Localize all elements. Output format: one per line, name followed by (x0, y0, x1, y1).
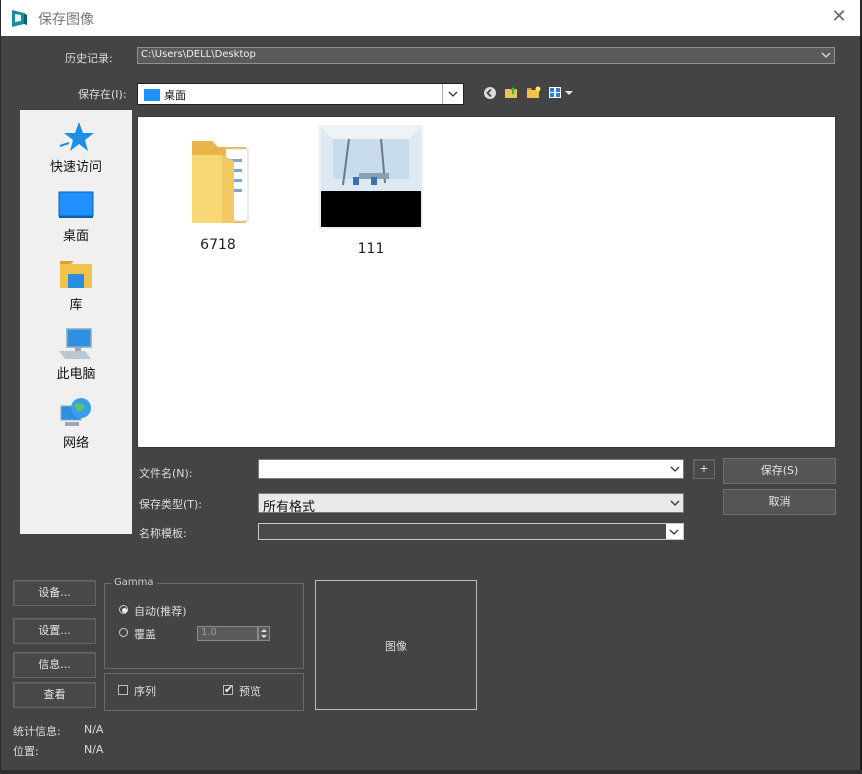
history-value: C:\Users\DELL\Desktop (141, 49, 256, 60)
file-type-label: 保存类型(T): (139, 498, 203, 511)
gamma-override-radio[interactable] (119, 628, 128, 637)
gamma-legend: Gamma (111, 577, 157, 588)
place-label: 桌面 (62, 229, 89, 244)
file-list[interactable]: 6718 111 (137, 116, 836, 448)
file-type-value: 所有格式 (263, 500, 316, 513)
stats-label: 统计信息: (13, 725, 61, 738)
history-dropdown[interactable]: C:\Users\DELL\Desktop (137, 47, 835, 64)
app-logo-icon (9, 8, 29, 28)
save-in-value: 桌面 (164, 89, 186, 102)
image-thumbnail (319, 125, 423, 229)
checkmark-icon: ✔ (224, 683, 234, 696)
file-name: 111 (357, 241, 385, 257)
gamma-spinner[interactable] (258, 626, 270, 641)
cancel-button[interactable]: 取消 (723, 489, 836, 515)
gamma-auto-radio[interactable] (119, 605, 128, 614)
chevron-down-icon (669, 529, 679, 535)
place-label: 快速访问 (49, 160, 102, 175)
name-template-dropdown-button[interactable] (666, 524, 683, 539)
computer-icon (59, 328, 92, 359)
view-menu-icon[interactable] (549, 86, 575, 100)
title-bar (1, 0, 860, 36)
new-folder-icon[interactable] (526, 85, 541, 100)
place-this-pc[interactable]: 此电脑 (20, 327, 132, 382)
save-button[interactable]: 保存(S) (723, 458, 836, 484)
desktop-icon (58, 191, 94, 218)
image-preview-label: 图像 (385, 640, 407, 653)
gamma-override-input[interactable]: 1.0 (197, 626, 258, 641)
save-in-label: 保存在(I): (78, 88, 127, 101)
stats-value: N/A (84, 723, 104, 736)
filename-label: 文件名(N): (139, 467, 193, 480)
preview-label: 预览 (239, 685, 261, 698)
network-icon (60, 398, 91, 426)
add-name-button[interactable]: + (693, 459, 715, 479)
sequence-label: 序列 (134, 685, 156, 698)
chevron-down-icon (448, 91, 458, 97)
desktop-small-icon (144, 89, 160, 101)
gamma-auto-label: 自动(推荐) (134, 605, 187, 618)
star-icon (59, 122, 94, 151)
close-icon[interactable]: ✕ (828, 6, 850, 28)
file-item[interactable]: 111 (316, 125, 426, 257)
place-label: 此电脑 (56, 367, 96, 382)
chevron-down-icon (670, 466, 680, 472)
folder-icon (192, 141, 249, 223)
place-label: 库 (69, 298, 83, 313)
back-icon[interactable] (483, 86, 497, 100)
save-in-dropdown-button[interactable] (442, 84, 463, 104)
place-desktop[interactable]: 桌面 (20, 189, 132, 244)
name-template-label: 名称模板: (139, 527, 187, 540)
library-icon (60, 261, 92, 288)
gamma-override-label: 覆盖 (134, 628, 156, 641)
save-in-dropdown[interactable]: 桌面 (137, 83, 464, 105)
places-bar: 快速访问 桌面 库 此电脑 网络 (20, 110, 132, 534)
up-folder-icon[interactable] (504, 85, 519, 100)
filename-input[interactable] (258, 459, 684, 479)
location-value: N/A (84, 743, 104, 756)
location-label: 位置: (13, 745, 39, 758)
file-type-dropdown[interactable]: 所有格式 (258, 493, 684, 513)
file-item[interactable]: 6718 (163, 129, 273, 253)
sequence-checkbox[interactable] (118, 685, 128, 695)
name-template-dropdown[interactable] (258, 523, 684, 540)
place-label: 网络 (62, 436, 89, 451)
window-title: 保存图像 (38, 12, 94, 28)
place-quick-access[interactable]: 快速访问 (20, 120, 132, 175)
info-button[interactable]: 信息... (13, 652, 96, 678)
file-name: 6718 (200, 237, 236, 253)
setup-button[interactable]: 设置... (13, 618, 96, 644)
device-button[interactable]: 设备... (13, 580, 96, 606)
preview-checkbox[interactable]: ✔ (223, 683, 234, 696)
spinner-arrows-icon (261, 629, 267, 638)
place-network[interactable]: 网络 (20, 396, 132, 451)
place-library[interactable]: 库 (20, 258, 132, 313)
history-label: 历史记录: (65, 52, 113, 65)
bottom-edge (0, 770, 862, 774)
gamma-override-value: 1.0 (201, 627, 217, 638)
view-button[interactable]: 查看 (13, 682, 96, 708)
chevron-down-icon (821, 52, 831, 58)
chevron-down-icon (670, 500, 680, 506)
image-preview: 图像 (315, 580, 477, 710)
